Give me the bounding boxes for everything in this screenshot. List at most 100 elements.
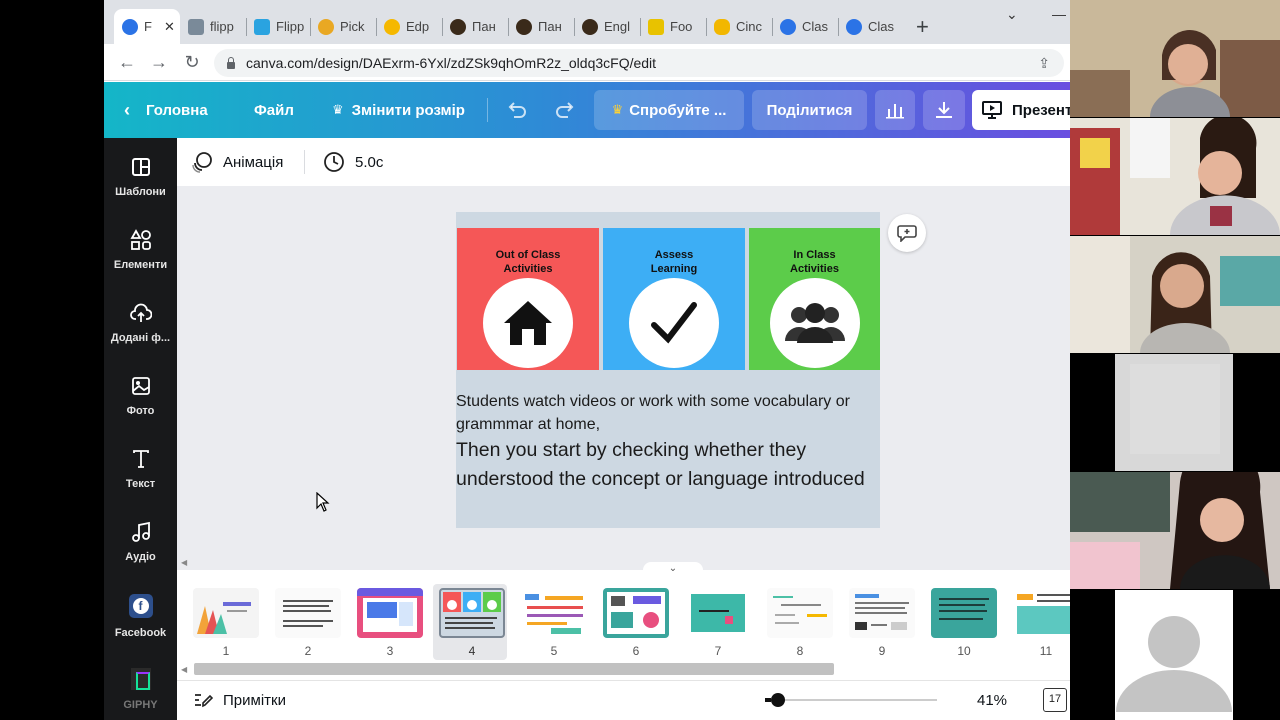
tab-pan-2[interactable]: Пан <box>508 9 574 44</box>
chevron-down-icon[interactable]: ⌄ <box>643 562 703 576</box>
redo-icon[interactable] <box>554 82 576 138</box>
participant-video <box>1070 0 1280 117</box>
share-icon[interactable]: ⇪ <box>1038 55 1050 72</box>
participant-video <box>1070 236 1280 353</box>
tab-edpuzzle[interactable]: Edp <box>376 9 442 44</box>
tab-label: flipp <box>210 19 234 34</box>
new-tab-plus-icon[interactable]: + <box>916 14 929 40</box>
present-button[interactable]: Презент <box>972 90 1070 130</box>
page-thumbnail-9[interactable] <box>849 588 915 638</box>
minimize-icon[interactable]: — <box>1052 6 1066 22</box>
tab-label: Clas <box>802 19 829 34</box>
avatar-icon <box>450 18 466 35</box>
url-text: canva.com/design/DAExrm-6Yxl/zdZSk9qhOmR… <box>246 55 657 71</box>
slide-body-text-small[interactable]: Students watch videos or work with some … <box>456 390 880 436</box>
page-number: 11 <box>1039 644 1053 658</box>
page-number: 6 <box>632 644 640 658</box>
video-call-panel <box>1070 0 1280 720</box>
slide-page[interactable]: Out of Class Activities Assess Learning … <box>456 212 880 528</box>
sidebar-item-text[interactable]: Текст <box>104 448 177 492</box>
tab-flipp-1[interactable]: flipp <box>180 9 246 44</box>
zoom-slider-track[interactable] <box>767 699 937 701</box>
canva-header: ‹ Головна Файл ♛ Змінити розмір ♛ Спробу… <box>104 82 1070 138</box>
tab-flipp-2[interactable]: Flipp <box>246 9 312 44</box>
tab-label: Clas <box>868 19 895 34</box>
forward-arrow-icon[interactable]: → <box>148 52 170 73</box>
try-pro-button[interactable]: ♛ Спробуйте ... <box>594 90 744 130</box>
horizontal-scrollbar[interactable] <box>194 663 834 675</box>
sidebar-item-audio[interactable]: Аудіо <box>104 521 177 565</box>
mouse-cursor-icon <box>316 492 330 512</box>
tab-label: Pick <box>340 19 365 34</box>
zoom-level[interactable]: 41% <box>977 681 1007 719</box>
page-thumbnail-5[interactable] <box>521 588 587 638</box>
close-icon[interactable]: ✕ <box>164 19 175 35</box>
timing-button[interactable]: 5.0с <box>323 138 383 186</box>
insights-bar-chart-icon[interactable] <box>875 90 915 130</box>
undo-icon[interactable] <box>506 82 528 138</box>
scroll-left-arrow-icon[interactable]: ◀ <box>181 665 187 674</box>
canva-icon <box>122 18 138 35</box>
tile-title: In Class Activities <box>790 249 839 275</box>
tab-class-2[interactable]: Clas <box>838 9 904 44</box>
tab-class-1[interactable]: Clas <box>772 9 838 44</box>
share-label: Поділитися <box>766 101 853 119</box>
sidebar-item-photos[interactable]: Фото <box>104 375 177 419</box>
try-label: Спробуйте ... <box>629 101 727 119</box>
tab-label: Flipp <box>276 19 305 34</box>
page-thumbnail-2[interactable] <box>275 588 341 638</box>
sidebar-item-label: Текст <box>125 478 156 490</box>
page-number: 4 <box>468 644 476 658</box>
sidebar-item-elements[interactable]: Елементи <box>104 229 177 273</box>
elements-icon <box>129 229 151 250</box>
tab-label: Foo <box>670 19 693 34</box>
reload-icon[interactable]: ↻ <box>181 52 203 73</box>
page-thumbnail-7[interactable] <box>685 588 751 638</box>
page-thumbnail-3[interactable] <box>357 588 423 638</box>
page-thumbnail-11[interactable] <box>1013 588 1070 638</box>
download-icon[interactable] <box>923 90 965 130</box>
file-menu-button[interactable]: Файл <box>254 82 294 138</box>
url-input[interactable]: canva.com/design/DAExrm-6Yxl/zdZSk9qhOmR… <box>214 49 1064 77</box>
tab-canva[interactable]: F ✕ <box>114 9 180 44</box>
resize-label: Змінити розмір <box>351 101 465 119</box>
page-thumbnail-8[interactable] <box>767 588 833 638</box>
tab-food[interactable]: Foo <box>640 9 706 44</box>
sidebar-item-uploads[interactable]: Додані ф... <box>104 302 177 346</box>
group-people-icon <box>769 278 860 368</box>
tab-pick[interactable]: Pick <box>310 9 376 44</box>
tab-label: Edp <box>406 19 430 34</box>
resize-button[interactable]: ♛ Змінити розмір <box>332 82 465 138</box>
home-button[interactable]: ‹ Головна <box>124 82 208 138</box>
page-thumbnail-1[interactable] <box>193 588 259 638</box>
page-thumbnail-10[interactable] <box>931 588 997 638</box>
sidebar-item-templates[interactable]: Шаблони <box>104 156 177 200</box>
sidebar-item-label: GIPHY <box>123 699 158 711</box>
share-button[interactable]: Поділитися <box>752 90 867 130</box>
avatar-icon <box>582 18 598 35</box>
back-arrow-icon[interactable]: ← <box>116 52 138 73</box>
sidebar-item-label: Facebook <box>114 627 167 639</box>
add-comment-icon[interactable] <box>888 214 926 252</box>
chevron-down-icon[interactable]: ⌄ <box>1006 6 1018 23</box>
sidebar-item-facebook[interactable]: f Facebook <box>104 594 177 641</box>
page-thumbnail-6[interactable] <box>603 588 669 638</box>
page-number: 7 <box>714 644 722 658</box>
animation-icon <box>192 152 212 173</box>
tab-pan-1[interactable]: Пан <box>442 9 508 44</box>
hand-icon <box>714 18 730 35</box>
animation-button[interactable]: Анімація <box>191 138 283 186</box>
photo-icon <box>131 377 150 395</box>
zoom-slider-thumb[interactable] <box>771 693 785 707</box>
tab-cinc[interactable]: Cinc <box>706 9 772 44</box>
page-thumbnail-4[interactable] <box>439 588 505 638</box>
page-number: 1 <box>222 644 230 658</box>
sidebar-item-giphy[interactable]: GIPHY <box>104 668 177 713</box>
tab-english[interactable]: Engl <box>574 9 640 44</box>
music-note-icon <box>131 521 150 542</box>
scroll-left-arrow-icon[interactable]: ◀ <box>181 558 187 567</box>
slide-body-text-large[interactable]: Then you start by checking whether they … <box>456 436 880 494</box>
notes-button[interactable]: Примітки <box>193 681 286 719</box>
page-count-button[interactable]: 17 <box>1043 688 1067 712</box>
facebook-icon: f <box>128 594 153 618</box>
